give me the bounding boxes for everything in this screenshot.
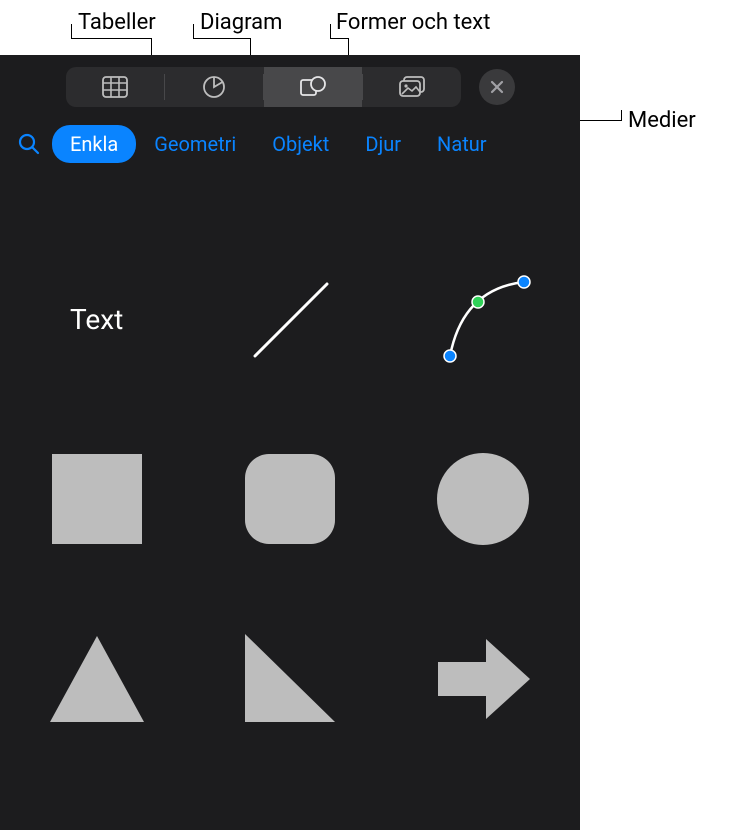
callout-line	[621, 110, 622, 121]
shape-triangle[interactable]	[0, 609, 193, 749]
media-button[interactable]	[363, 67, 461, 107]
shape-circle[interactable]	[387, 429, 580, 569]
insert-panel: Enkla Geometri Objekt Djur Natur Text	[0, 55, 580, 830]
callout-shapes-text: Former och text	[336, 10, 490, 35]
callout-line	[330, 24, 331, 38]
shapes-grid: Text	[0, 179, 580, 749]
shape-text-label: Text	[70, 303, 123, 336]
table-icon	[102, 76, 128, 98]
shape-square[interactable]	[0, 429, 193, 569]
close-icon	[490, 80, 504, 94]
callout-line	[193, 24, 194, 38]
tab-objekt[interactable]: Objekt	[254, 125, 347, 163]
shape-arrow-right[interactable]	[387, 609, 580, 749]
category-bar: Enkla Geometri Objekt Djur Natur	[0, 117, 580, 179]
shape-right-triangle[interactable]	[193, 609, 386, 749]
shapes-button[interactable]	[264, 67, 362, 107]
rounded-square-icon	[235, 444, 345, 554]
close-button[interactable]	[479, 69, 515, 105]
right-triangle-icon	[235, 624, 345, 734]
square-icon	[42, 444, 152, 554]
pen-curve-icon	[428, 264, 538, 374]
shape-rounded-square[interactable]	[193, 429, 386, 569]
triangle-icon	[42, 624, 152, 734]
shape-pen-curve[interactable]	[387, 249, 580, 389]
callout-tables: Tabeller	[78, 10, 156, 35]
callout-line	[71, 24, 72, 38]
callout-line	[193, 38, 250, 39]
shape-line[interactable]	[193, 249, 386, 389]
tab-enkla[interactable]: Enkla	[52, 125, 136, 163]
arrow-right-icon	[428, 624, 538, 734]
image-icon	[398, 76, 426, 98]
callout-media: Medier	[628, 108, 696, 133]
callout-charts: Diagram	[200, 10, 282, 35]
chart-pie-icon	[202, 75, 226, 99]
insert-toolbar	[0, 55, 580, 117]
line-icon	[235, 264, 345, 374]
callout-line	[71, 38, 151, 39]
search-icon	[18, 133, 40, 155]
circle-icon	[428, 444, 538, 554]
tab-djur[interactable]: Djur	[347, 125, 419, 163]
charts-button[interactable]	[165, 67, 263, 107]
tables-button[interactable]	[66, 67, 164, 107]
toolbar-segment-group	[66, 67, 461, 107]
callout-line	[330, 38, 348, 39]
shapes-icon	[299, 75, 327, 99]
search-button[interactable]	[12, 127, 46, 161]
tab-natur[interactable]: Natur	[419, 125, 505, 163]
shape-text[interactable]: Text	[0, 249, 193, 389]
tab-geometri[interactable]: Geometri	[136, 125, 254, 163]
